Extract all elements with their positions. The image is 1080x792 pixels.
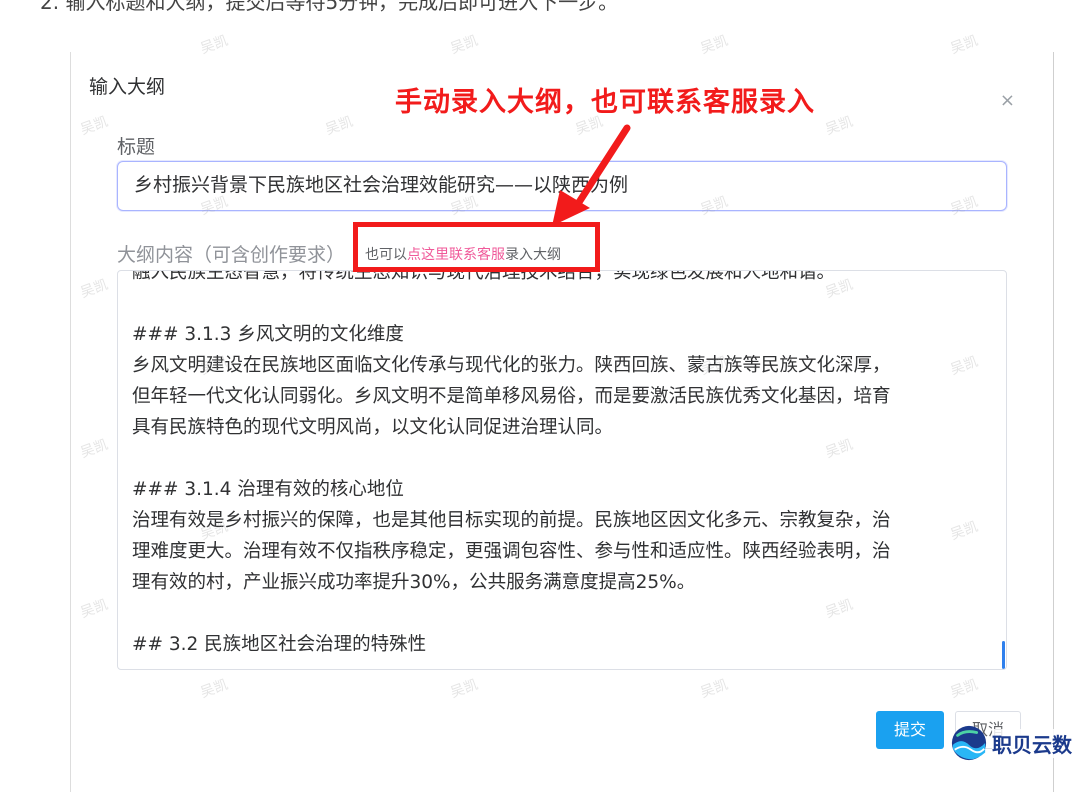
wave-globe-logo-icon [951,725,987,761]
brand-name: 职贝云数 [992,728,1072,758]
annotation-highlight-box [353,222,600,272]
annotation-arrow-icon [552,124,631,226]
brand-watermark: 职贝云数 [950,722,1072,764]
